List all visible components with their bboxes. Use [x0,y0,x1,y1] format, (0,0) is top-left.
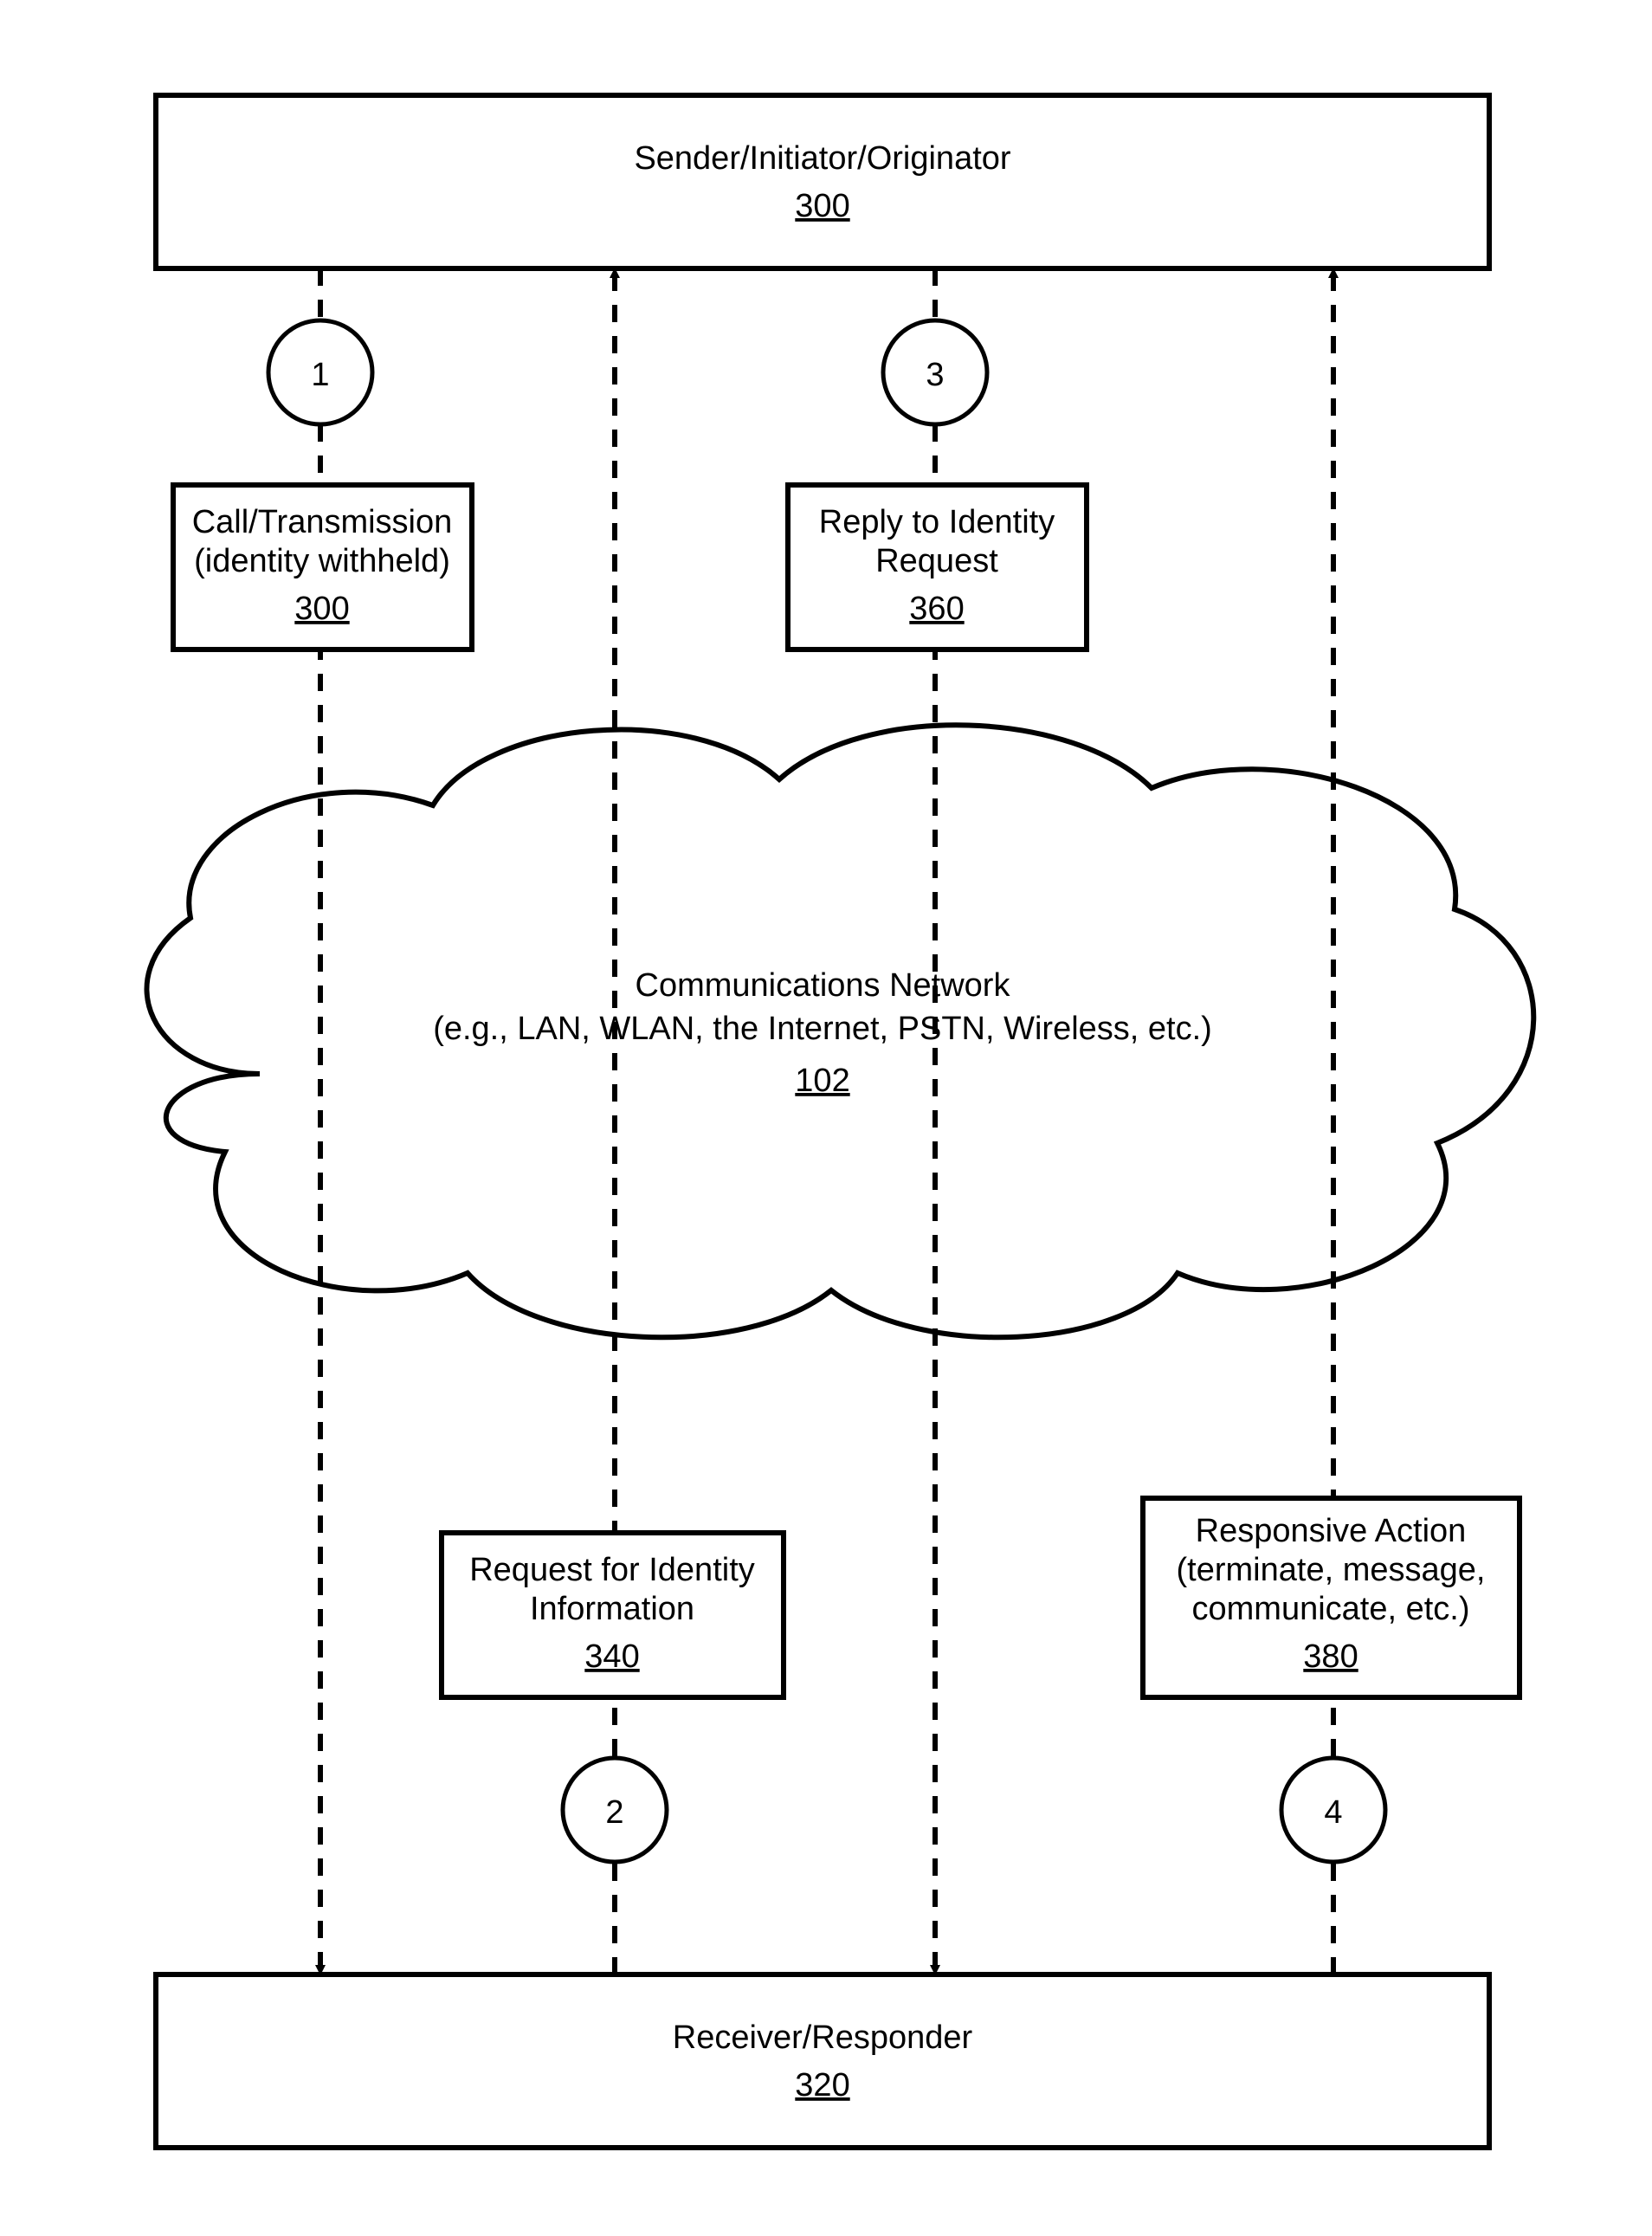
msg1-line1: Call/Transmission [192,504,453,540]
msg1-line2: (identity withheld) [194,543,450,579]
step-1-label: 1 [311,357,329,393]
msg3-line2: Request [875,543,998,579]
step-3-circle: 3 [883,320,987,424]
sender-ref: 300 [795,188,849,224]
msg4-line2: (terminate, message, [1177,1552,1486,1588]
network-label-line1: Communications Network [636,967,1011,1004]
receiver-ref: 320 [795,2067,849,2104]
msg4-ref: 380 [1303,1638,1358,1675]
msg4-line3: communicate, etc.) [1192,1591,1470,1627]
step-4-label: 4 [1324,1794,1342,1831]
diagram-canvas: Sender/Initiator/Originator 300 Receiver… [0,0,1652,2236]
msg2-line1: Request for Identity [469,1552,755,1588]
msg2-ref: 340 [584,1638,639,1675]
msg-1-box: Call/Transmission (identity withheld) 30… [173,485,472,649]
sender-label: Sender/Initiator/Originator [634,140,1010,177]
receiver-label: Receiver/Responder [673,2020,973,2056]
step-3-label: 3 [926,357,944,393]
msg3-ref: 360 [909,591,964,627]
msg3-line1: Reply to Identity [819,504,1055,540]
msg2-line2: Information [530,1591,694,1627]
network-cloud: Communications Network (e.g., LAN, WLAN,… [147,725,1534,1337]
msg-3-box: Reply to Identity Request 360 [788,485,1087,649]
msg4-line1: Responsive Action [1196,1513,1467,1549]
msg-2-box: Request for Identity Information 340 [442,1533,784,1697]
sender-box: Sender/Initiator/Originator 300 [156,95,1489,268]
step-2-circle: 2 [563,1758,667,1862]
network-label-line2: (e.g., LAN, WLAN, the Internet, PSTN, Wi… [433,1011,1212,1047]
step-2-label: 2 [605,1794,623,1831]
msg-4-box: Responsive Action (terminate, message, c… [1143,1498,1520,1697]
step-1-circle: 1 [268,320,372,424]
network-ref: 102 [795,1063,849,1099]
step-4-circle: 4 [1281,1758,1385,1862]
receiver-box: Receiver/Responder 320 [156,1974,1489,2148]
msg1-ref: 300 [294,591,349,627]
